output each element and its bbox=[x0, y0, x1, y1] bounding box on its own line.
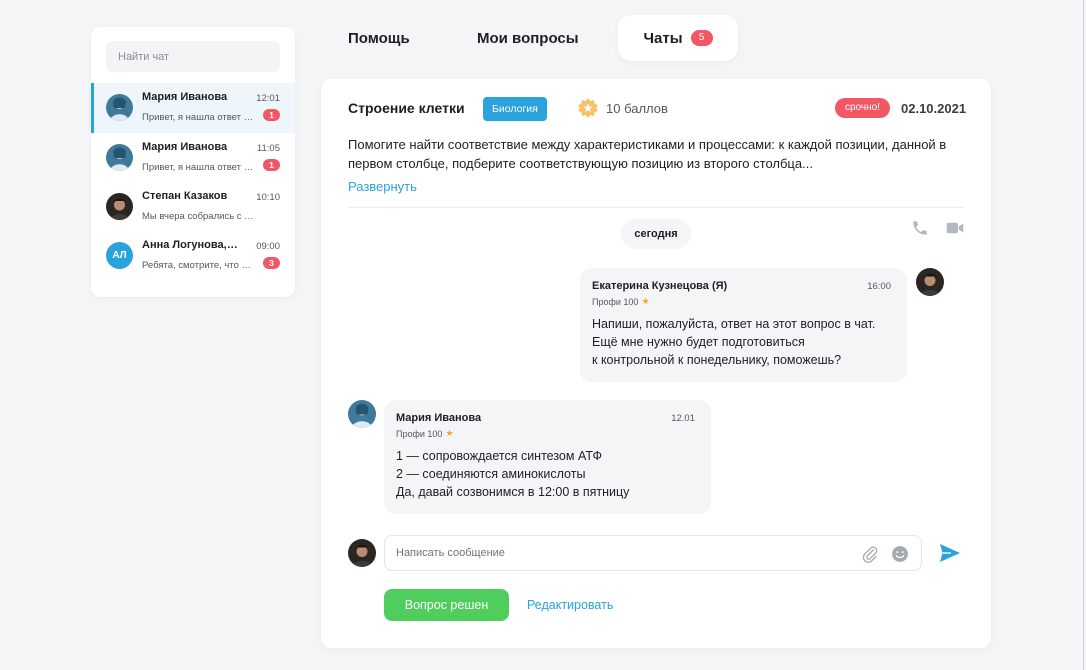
message-time: 16:00 bbox=[867, 281, 891, 292]
avatar bbox=[348, 400, 376, 428]
message-text: 1 — сопровождается синтезом АТФ 2 — соед… bbox=[396, 449, 630, 499]
chat-list-item[interactable]: Мария Иванова 12:01 Привет, я нашла отве… bbox=[91, 83, 295, 133]
author-rank: Профи 100 ★ bbox=[592, 296, 650, 307]
chat-list-item[interactable]: Мария Иванова 11:05 Привет, я нашла отве… bbox=[91, 133, 295, 183]
tab-label: Чаты bbox=[643, 29, 683, 47]
unread-badge: 3 bbox=[263, 257, 280, 269]
message-bubble-incoming: Мария Иванова 12.01 Профи 100 ★ 1 — сопр… bbox=[384, 400, 711, 514]
day-separator: сегодня bbox=[621, 219, 691, 249]
avatar bbox=[106, 193, 133, 220]
message-bubble-outgoing: Екатерина Кузнецова (Я) 16:00 Профи 100 … bbox=[580, 268, 907, 382]
divider bbox=[348, 207, 964, 208]
star-icon: ★ bbox=[641, 296, 650, 306]
message-text: Напиши, пожалуйста, ответ на этот вопрос… bbox=[592, 317, 876, 367]
chats-count-badge: 5 bbox=[690, 30, 713, 46]
chat-search-input[interactable] bbox=[118, 50, 268, 63]
emoji-icon[interactable] bbox=[891, 545, 909, 563]
avatar-initials: АЛ bbox=[106, 242, 133, 269]
chat-time: 09:00 bbox=[256, 241, 280, 252]
unread-badge: 1 bbox=[263, 109, 280, 121]
message-input[interactable] bbox=[396, 536, 836, 570]
chat-list-panel: Мария Иванова 12:01 Привет, я нашла отве… bbox=[91, 27, 295, 297]
points-value: 10 баллов bbox=[606, 100, 668, 116]
question-solved-button[interactable]: Вопрос решен bbox=[384, 589, 509, 621]
tab-label: Мои вопросы bbox=[477, 29, 579, 47]
tab-chats[interactable]: Чаты 5 bbox=[618, 15, 738, 61]
expand-link[interactable]: Развернуть bbox=[348, 179, 417, 194]
points-icon bbox=[578, 98, 598, 118]
chat-time: 10:10 bbox=[256, 192, 280, 203]
chat-list-item[interactable]: Степан Казаков 10:10 Мы вчера собрались … bbox=[91, 182, 295, 232]
chat-preview: Привет, я нашла ответ на твой вопрос bbox=[142, 162, 254, 173]
chat-preview: Привет, я нашла ответ на твой вопрос bbox=[142, 112, 254, 123]
phone-icon[interactable] bbox=[911, 219, 929, 237]
star-icon: ★ bbox=[445, 428, 454, 438]
video-call-icon[interactable] bbox=[946, 220, 964, 236]
rank-label: Профи 100 bbox=[592, 296, 639, 307]
send-icon[interactable] bbox=[938, 541, 962, 565]
points: 10 баллов bbox=[578, 98, 668, 118]
chat-list-item[interactable]: АЛ Анна Логунова, Андрей 09:00 Ребята, с… bbox=[91, 231, 295, 281]
chat-preview: Мы вчера собрались с группой bbox=[142, 211, 254, 222]
tab-my-questions[interactable]: Мои вопросы bbox=[477, 15, 579, 61]
edit-link[interactable]: Редактировать bbox=[527, 598, 613, 612]
chat-search[interactable] bbox=[106, 41, 280, 72]
unread-badge: 1 bbox=[263, 159, 280, 171]
chat-time: 12:01 bbox=[256, 93, 280, 104]
message-author: Мария Иванова bbox=[396, 412, 482, 424]
tab-label: Помощь bbox=[348, 29, 410, 47]
subject-tag[interactable]: Биология bbox=[483, 97, 547, 121]
avatar bbox=[916, 268, 944, 296]
question-body: Помогите найти соответствие между характ… bbox=[348, 137, 947, 171]
message-composer[interactable] bbox=[384, 535, 922, 571]
chat-time: 11:05 bbox=[256, 143, 280, 154]
message-author: Екатерина Кузнецова (Я) bbox=[592, 280, 728, 292]
avatar bbox=[348, 539, 376, 567]
tab-help[interactable]: Помощь bbox=[348, 15, 410, 61]
rank-label: Профи 100 bbox=[396, 428, 443, 439]
question-date: 02.10.2021 bbox=[901, 101, 967, 116]
urgent-badge: срочно! bbox=[835, 98, 890, 118]
question-title: Строение клетки bbox=[348, 100, 465, 116]
avatar bbox=[106, 94, 133, 121]
author-rank: Профи 100 ★ bbox=[396, 428, 454, 439]
chat-preview: Ребята, смотрите, что я нашла bbox=[142, 260, 254, 271]
window-edge bbox=[1083, 0, 1084, 670]
message-time: 12.01 bbox=[671, 413, 695, 424]
question-chat-card: Строение клетки Биология 10 баллов срочн… bbox=[321, 79, 991, 648]
paperclip-icon[interactable] bbox=[861, 545, 879, 563]
avatar bbox=[106, 144, 133, 171]
